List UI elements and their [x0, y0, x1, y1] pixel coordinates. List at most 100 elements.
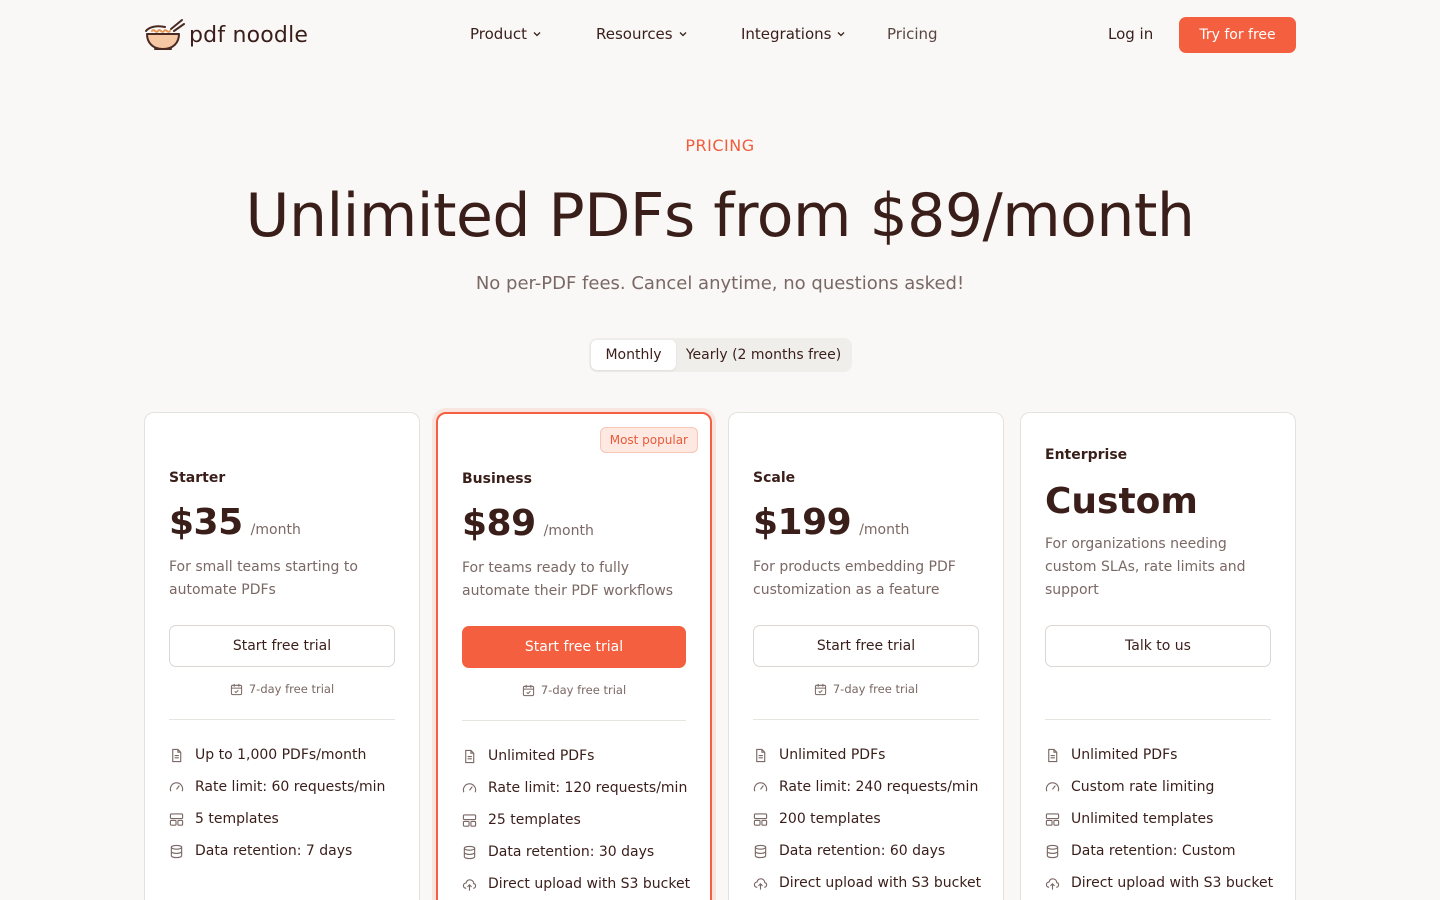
feature-item: Data retention: 30 days [462, 836, 702, 868]
cloud-upload-icon [753, 877, 768, 890]
plan-description: For products embedding PDF customization… [753, 559, 956, 598]
gauge-icon [753, 781, 768, 791]
feature-item: Direct upload with S3 bucket [1045, 867, 1285, 899]
plan-name: Scale [753, 470, 796, 486]
feature-text: Direct upload with S3 bucket [779, 875, 982, 891]
feature-item: 5 templates [169, 803, 409, 835]
calendar-check-icon [522, 684, 534, 696]
plan-description: For organizations needing custom SLAs, r… [1045, 536, 1246, 598]
trial-note: 7-day free trial [462, 683, 686, 697]
feature-text: Unlimited PDFs [1071, 747, 1178, 763]
cloud-upload-icon [462, 878, 477, 891]
card-divider [169, 719, 395, 720]
feature-text: Rate limit: 60 requests/min [195, 779, 386, 795]
feature-item: Unlimited templates [1045, 803, 1285, 835]
feature-item: Direct upload with S3 bucket [753, 867, 993, 899]
cloud-upload-icon [1045, 877, 1060, 890]
feature-item: 25 templates [462, 804, 702, 836]
card-divider [1045, 719, 1271, 720]
template-icon [753, 812, 768, 826]
feature-item: Unlimited PDFs [753, 739, 993, 771]
billing-yearly-option[interactable]: Yearly (2 months free) [677, 340, 850, 370]
feature-text: Unlimited templates [1071, 811, 1214, 827]
plan-price: Custom [1045, 481, 1198, 522]
plan-card-enterprise: Enterprise Custom For organizations need… [1020, 412, 1296, 900]
noodle-bowl-icon [145, 19, 185, 50]
database-icon [1046, 844, 1059, 858]
page-title: Unlimited PDFs from $89/month [245, 181, 1195, 251]
feature-item: Rate limit: 240 requests/min [753, 771, 993, 803]
plan-period: /month [250, 522, 301, 538]
feature-text: 5 templates [195, 811, 279, 827]
database-icon [170, 844, 183, 858]
feature-item: Data retention: Custom [1045, 835, 1285, 867]
plan-description: For teams ready to fully automate their … [462, 560, 674, 599]
nav-pricing-label: Pricing [887, 25, 938, 43]
feature-item: Unlimited PDFs [462, 740, 702, 772]
document-icon [1048, 748, 1058, 762]
trial-note: 7-day free trial [169, 682, 395, 696]
trial-note-text: 7-day free trial [248, 682, 335, 696]
feature-list: Unlimited PDFs Rate limit: 240 requests/… [753, 739, 993, 899]
plan-price-row: $35 /month [169, 502, 301, 543]
nav-product-label: Product [470, 25, 527, 43]
most-popular-badge: Most popular [599, 427, 698, 453]
feature-item: Rate limit: 120 requests/min [462, 772, 702, 804]
feature-text: Direct upload with S3 bucket [488, 876, 691, 892]
feature-list: Up to 1,000 PDFs/month Rate limit: 60 re… [169, 739, 409, 867]
plan-price: $89 [462, 503, 536, 544]
chevron-down-icon [838, 32, 845, 37]
plan-card-starter: Starter $35 /month For small teams start… [144, 412, 420, 900]
feature-text: Data retention: 7 days [195, 843, 353, 859]
brand-name: pdf noodle [189, 22, 309, 48]
feature-text: Custom rate limiting [1071, 779, 1215, 795]
calendar-check-icon [230, 683, 242, 695]
feature-item: Up to 1,000 PDFs/month [169, 739, 409, 771]
calendar-check-icon [814, 683, 826, 695]
feature-text: Data retention: 30 days [488, 844, 655, 860]
feature-item: Direct upload with S3 bucket [462, 868, 702, 900]
plan-description: For small teams starting to automate PDF… [169, 559, 358, 598]
plan-name: Enterprise [1045, 447, 1128, 463]
plan-period: /month [543, 523, 594, 539]
template-icon [1045, 812, 1060, 826]
nav-integrations-label: Integrations [741, 25, 832, 43]
document-icon [756, 748, 766, 762]
feature-item: Data retention: 7 days [169, 835, 409, 867]
plan-price: $35 [169, 502, 243, 543]
feature-text: Data retention: Custom [1071, 843, 1236, 859]
gauge-icon [169, 781, 184, 791]
database-icon [463, 845, 476, 859]
gauge-icon [1045, 781, 1060, 791]
plan-name: Business [462, 471, 532, 487]
nav-resources[interactable]: Resources [596, 25, 688, 43]
brand-logo[interactable]: pdf noodle [143, 17, 308, 53]
feature-list: Unlimited PDFs Rate limit: 120 requests/… [462, 740, 702, 900]
template-icon [169, 812, 184, 826]
start-free-trial-button[interactable]: Start free trial [753, 625, 979, 667]
talk-to-us-button[interactable]: Talk to us [1045, 625, 1271, 667]
plan-price: $199 [753, 502, 852, 543]
start-free-trial-button[interactable]: Start free trial [169, 625, 395, 667]
feature-text: Direct upload with S3 bucket [1071, 875, 1274, 891]
document-icon [172, 748, 182, 762]
plan-price-row: $199 /month [753, 502, 909, 543]
nav-resources-label: Resources [596, 25, 673, 43]
feature-text: Unlimited PDFs [488, 748, 595, 764]
login-link[interactable]: Log in [1108, 25, 1153, 43]
feature-text: Rate limit: 120 requests/min [488, 780, 688, 796]
page-subtitle: No per-PDF fees. Cancel anytime, no ques… [475, 273, 965, 294]
template-icon [462, 813, 477, 827]
billing-monthly-option[interactable]: Monthly [591, 340, 676, 370]
feature-text: Rate limit: 240 requests/min [779, 779, 979, 795]
plan-price-row: $89 /month [462, 503, 594, 544]
trial-note-text: 7-day free trial [540, 683, 627, 697]
try-for-free-button[interactable]: Try for free [1179, 17, 1296, 53]
gauge-icon [462, 782, 477, 792]
nav-product[interactable]: Product [470, 25, 542, 43]
plan-card-business: Most popular Business $89 /month For tea… [436, 412, 712, 900]
nav-integrations[interactable]: Integrations [741, 25, 846, 43]
start-free-trial-button[interactable]: Start free trial [462, 626, 686, 668]
nav-pricing[interactable]: Pricing [887, 25, 938, 43]
feature-item: Rate limit: 60 requests/min [169, 771, 409, 803]
